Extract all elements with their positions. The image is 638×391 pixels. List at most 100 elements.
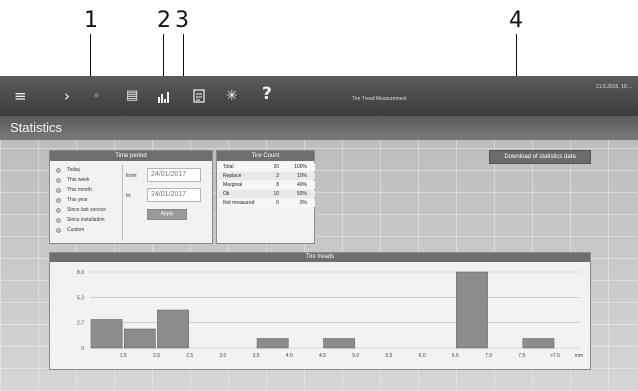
time-period-option-label: This month xyxy=(67,187,92,193)
title-bar xyxy=(0,116,638,140)
radio-button[interactable] xyxy=(56,197,61,203)
time-period-option[interactable]: This year xyxy=(56,196,88,204)
bar xyxy=(323,338,356,349)
callout-2: 2 xyxy=(157,8,171,33)
y-tick-label: 0 xyxy=(81,346,84,352)
x-tick-label: 2.0 xyxy=(153,353,160,359)
tire-count-label: Not measured xyxy=(223,200,255,206)
time-period-option[interactable]: Since last service xyxy=(56,206,106,214)
from-date-input[interactable]: 24/01/2017 xyxy=(147,168,201,182)
x-tick-label: 2.5 xyxy=(186,353,193,359)
x-axis-unit: mm xyxy=(575,353,583,359)
tire-count-header: Tire Count xyxy=(217,151,314,161)
radio-button[interactable] xyxy=(56,187,61,193)
time-period-option-label: Since last service xyxy=(67,207,106,213)
callout-1: 1 xyxy=(84,8,98,33)
x-tick-label: 6.0 xyxy=(419,353,426,359)
tire-count-row: Marginal 8 40% xyxy=(219,181,315,189)
time-period-option-label: This week xyxy=(67,177,90,183)
tire-count-row: Replace 2 10% xyxy=(219,172,315,180)
bar xyxy=(256,338,289,349)
time-period-option[interactable]: Since installation xyxy=(56,216,105,224)
tire-count-pct: 0% xyxy=(299,200,307,206)
radio-button[interactable] xyxy=(56,177,61,183)
apply-button[interactable]: Apply xyxy=(147,209,187,220)
x-tick-label: 7.5 xyxy=(518,353,525,359)
x-tick-label: 5.0 xyxy=(352,353,359,359)
tire-count-pct: 50% xyxy=(296,191,307,197)
y-tick-label: 2.7 xyxy=(77,321,84,327)
y-tick-label: 8.0 xyxy=(77,270,84,276)
tire-count-row: Ok 10 50% xyxy=(219,190,315,198)
x-tick-label: 3.5 xyxy=(253,353,260,359)
radio-button[interactable] xyxy=(56,217,61,223)
time-period-option[interactable]: Custom xyxy=(56,226,84,234)
tire-count-label: Marginal xyxy=(223,182,243,188)
tire-count-pct: 10% xyxy=(296,173,307,179)
tire-count-pct: 100% xyxy=(294,164,307,170)
tire-count-count: 10 xyxy=(273,191,279,197)
time-period-option-label: Today xyxy=(67,167,81,173)
tire-count-row: Not measured 0 0% xyxy=(219,199,315,207)
time-period-option-label: This year xyxy=(67,197,88,203)
tire-count-label: Total xyxy=(223,164,234,170)
bar xyxy=(456,271,488,349)
divider xyxy=(122,165,123,241)
screenshot-figure: 1 2 3 4 ≡ › • ▤ ✳ ? Tire Tread Measureme… xyxy=(0,0,638,391)
download-statistics-button[interactable]: Download of statistics data xyxy=(489,150,591,164)
bar xyxy=(123,328,156,349)
page-title: Statistics xyxy=(10,120,63,135)
tire-count-pct: 40% xyxy=(296,182,307,188)
date-time: 21.5.2016, 10:... xyxy=(596,84,633,90)
time-period-header: Time period xyxy=(50,151,212,161)
radio-button[interactable] xyxy=(56,227,61,233)
faded-dot-icon: • xyxy=(92,87,101,105)
time-period-option[interactable]: Today xyxy=(56,166,80,174)
x-tick-label: 7.0 xyxy=(485,353,492,359)
chevron-right-icon[interactable]: › xyxy=(64,86,70,106)
from-label: from: xyxy=(126,173,138,179)
menu-icon[interactable]: ≡ xyxy=(14,86,27,106)
tire-treads-chart: 0 2.7 5.3 8.0 1.5 2.0 2.5 3.0 3.5 4.0 4.5 5.0 5.5 6.0… xyxy=(77,270,583,359)
radio-button[interactable] xyxy=(56,207,61,213)
top-toolbar: ≡ › • ▤ ✳ ? Tire Tread Measurement 21.5.… xyxy=(0,76,638,116)
database-stack-icon[interactable]: ▤ xyxy=(126,86,138,106)
leader-line-2 xyxy=(163,34,164,82)
bar xyxy=(90,319,123,349)
callout-3: 3 xyxy=(175,8,189,33)
x-tick-label: 4.5 xyxy=(319,353,326,359)
tire-count-count: 8 xyxy=(276,182,279,188)
time-period-option-label: Custom xyxy=(67,227,85,233)
tire-count-count: 0 xyxy=(276,200,279,206)
app-title: Tire Tread Measurement xyxy=(352,96,407,102)
time-period-option-label: Since installation xyxy=(67,217,105,223)
callout-4: 4 xyxy=(509,8,523,33)
y-tick-label: 5.3 xyxy=(77,295,84,301)
time-period-option[interactable]: This week xyxy=(56,176,90,184)
x-tick-label: 1.5 xyxy=(120,353,127,359)
tire-treads-panel: Tire treads 0 2.7 5.3 8.0 1.5 2.0 2.5 3.0 3.5 4.0… xyxy=(49,252,591,370)
tire-count-count: 2 xyxy=(276,173,279,179)
tire-treads-header: Tire treads xyxy=(50,253,590,262)
tire-count-count: 20 xyxy=(273,164,279,170)
to-date-input[interactable]: 24/01/2017 xyxy=(147,188,201,202)
tire-count-row: Total 20 100% xyxy=(219,163,315,171)
time-period-option[interactable]: This month xyxy=(56,186,92,194)
time-period-panel: Time period Today This week This month This… xyxy=(49,150,213,244)
brightness-sun-icon[interactable]: ✳ xyxy=(226,86,238,106)
tire-count-label: Replace xyxy=(223,173,242,179)
bar xyxy=(522,338,555,349)
x-tick-label: >7.5 xyxy=(550,353,560,359)
radio-button[interactable] xyxy=(56,167,61,173)
bar xyxy=(157,309,189,349)
help-question-icon[interactable]: ? xyxy=(262,84,272,104)
report-document-icon[interactable] xyxy=(193,89,205,103)
x-tick-label: 6.5 xyxy=(452,353,459,359)
x-tick-label: 5.5 xyxy=(385,353,392,359)
x-tick-label: 3.0 xyxy=(219,353,226,359)
tire-count-panel: Tire Count Total 20 100% Replace 2 10% Margina… xyxy=(216,150,315,244)
statistics-bar-chart-icon[interactable] xyxy=(157,90,171,103)
tire-count-label: Ok xyxy=(223,191,230,197)
x-tick-label: 4.0 xyxy=(286,353,293,359)
to-label: to: xyxy=(126,193,132,199)
